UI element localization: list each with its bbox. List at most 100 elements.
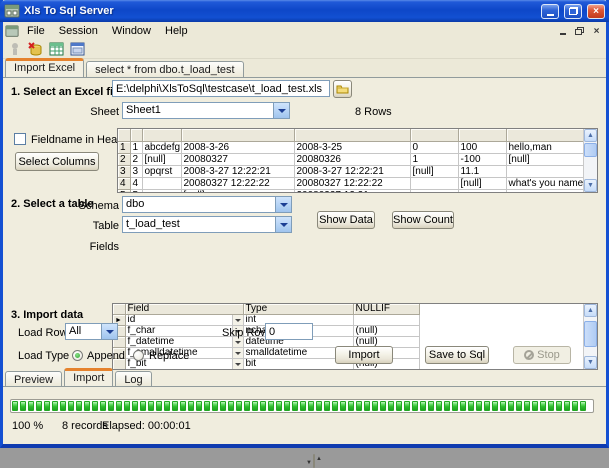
row-count-label: 8 Rows	[355, 106, 392, 118]
scroll-down-icon[interactable]: ▼	[584, 179, 597, 192]
scroll-thumb[interactable]	[584, 321, 597, 347]
schema-combo-dropdown[interactable]	[275, 197, 291, 212]
scroll-up-icon[interactable]: ▲	[584, 304, 597, 317]
section1-title: 1. Select an Excel file	[11, 86, 122, 98]
scroll-down-icon[interactable]: ▼	[584, 356, 597, 369]
tab-select-query[interactable]: select * from dbo.t_load_test	[86, 61, 243, 77]
menu-window[interactable]: Window	[106, 23, 157, 39]
table-combo-value: t_load_test	[123, 217, 275, 232]
preview-grid-header-cell	[118, 129, 130, 141]
row-selector[interactable]: 2	[118, 153, 130, 165]
chevron-down-icon	[280, 203, 288, 207]
mdi-restore-button[interactable]	[572, 25, 587, 38]
title-bar[interactable]: Xls To Sql Server ×	[0, 0, 609, 22]
progress-percent: 100 %	[12, 420, 43, 432]
browse-file-button[interactable]	[333, 80, 352, 98]
field-dropdown[interactable]	[232, 348, 243, 358]
menu-bar: File Session Window Help ×	[3, 22, 606, 40]
fields-grid-scrollbar[interactable]: ▲ ▼	[583, 304, 597, 369]
preview-grid[interactable]: 1 1 abcdefg 2008-3-26 2008-3-25 0 100 he…	[117, 128, 598, 193]
connect-icon[interactable]	[6, 41, 23, 57]
table-label: Table	[75, 220, 119, 232]
fields-grid-header-row: Field Type NULLIF	[113, 304, 419, 315]
tab-preview[interactable]: Preview	[5, 371, 62, 386]
row-selector[interactable]: 5	[118, 189, 130, 193]
skip-rows-spinner[interactable]: ▲ ▼	[313, 454, 315, 468]
import-button[interactable]: Import	[335, 346, 393, 364]
chevron-down-icon	[235, 363, 241, 366]
table-combo[interactable]: t_load_test	[122, 216, 292, 233]
select-columns-button[interactable]: Select Columns	[15, 152, 99, 171]
menu-session[interactable]: Session	[53, 23, 104, 39]
chevron-down-icon	[235, 352, 241, 355]
sheet-combo-dropdown[interactable]	[273, 103, 289, 118]
app-icon	[4, 3, 20, 19]
elapsed-time: Elapsed: 00:00:01	[102, 420, 191, 432]
stop-button-label: Stop	[537, 349, 560, 361]
field-nullif[interactable]: (null)	[353, 326, 419, 337]
open-excel-icon[interactable]	[48, 41, 65, 57]
close-button[interactable]: ×	[587, 4, 605, 19]
tab-import[interactable]: Import	[64, 368, 113, 386]
load-rows-dropdown[interactable]	[101, 324, 117, 339]
mdi-minimize-button[interactable]	[555, 25, 570, 38]
show-data-button[interactable]: Show Data	[317, 211, 375, 229]
load-rows-combo[interactable]: All	[65, 323, 118, 340]
menu-help[interactable]: Help	[159, 23, 194, 39]
restore-button[interactable]	[564, 4, 582, 19]
record-count: 8 records	[62, 420, 108, 432]
window-title: Xls To Sql Server	[24, 5, 536, 17]
schema-combo[interactable]: dbo	[122, 196, 292, 213]
show-count-button[interactable]: Show Count	[392, 211, 454, 229]
load-rows-value: All	[66, 324, 101, 339]
tab-log[interactable]: Log	[115, 371, 151, 386]
fields-header-nullif: NULLIF	[353, 304, 419, 315]
tab-import-excel[interactable]: Import Excel	[5, 58, 84, 77]
excel-file-input[interactable]	[112, 80, 330, 97]
sql-window-icon[interactable]	[69, 41, 86, 57]
restore-icon	[569, 7, 578, 15]
disconnect-icon[interactable]	[27, 41, 44, 57]
append-label: Append	[87, 350, 125, 362]
menu-file[interactable]: File	[21, 23, 51, 39]
minimize-icon	[547, 14, 554, 16]
minimize-button[interactable]	[541, 4, 559, 19]
mdi-close-button[interactable]: ×	[589, 25, 604, 38]
append-radio[interactable]	[72, 350, 83, 361]
preview-row-2: 2 2 [null] 20080327 20080326 1 -100 [nul…	[118, 153, 585, 165]
preview-row-5: 5 5 ... [null] 20080327 12:21	[118, 189, 585, 193]
preview-grid-header-row	[118, 129, 585, 141]
preview-row-4: 4 4 20080327 12:22:22 20080327 12:22:22 …	[118, 177, 585, 189]
row-selector[interactable]: 3	[118, 165, 130, 177]
sheet-combo-value: Sheet1	[123, 103, 273, 118]
toolbar	[3, 40, 606, 59]
field-name: id	[128, 315, 136, 326]
skip-rows-input[interactable]	[265, 323, 313, 340]
row-selector[interactable]: 4	[118, 177, 130, 189]
preview-row-3: 3 3 opqrst 2008-3-27 12:22:21 2008-3-27 …	[118, 165, 585, 177]
field-dropdown[interactable]	[232, 315, 243, 325]
replace-label: Replace	[149, 350, 189, 362]
save-to-sql-button[interactable]: Save to Sql	[425, 346, 489, 364]
fields-header-type: Type	[243, 304, 353, 315]
chevron-down-icon	[235, 319, 241, 322]
scroll-thumb[interactable]	[584, 143, 597, 157]
field-name: f_char	[128, 326, 156, 337]
fieldname-header-checkbox[interactable]	[14, 133, 26, 145]
field-dropdown[interactable]	[232, 359, 243, 369]
document-tab-bar: Import Excel select * from dbo.t_load_te…	[3, 59, 606, 78]
spin-down-icon[interactable]: ▼	[306, 460, 312, 466]
preview-grid-scrollbar[interactable]: ▲ ▼	[583, 129, 597, 192]
scroll-up-icon[interactable]: ▲	[584, 129, 597, 142]
table-combo-dropdown[interactable]	[275, 217, 291, 232]
preview-row-1: 1 1 abcdefg 2008-3-26 2008-3-25 0 100 he…	[118, 141, 585, 153]
spin-up-icon[interactable]: ▲	[316, 456, 322, 462]
row-selector[interactable]: 1	[118, 141, 130, 153]
load-type-label: Load Type	[18, 350, 69, 362]
import-excel-page: 1. Select an Excel file Sheet Sheet1 8 R…	[3, 78, 606, 444]
app-window: Xls To Sql Server × File Session Window …	[0, 0, 609, 448]
progress-bar	[10, 399, 594, 413]
sheet-combo[interactable]: Sheet1	[122, 102, 290, 119]
field-nullif[interactable]	[353, 315, 419, 326]
replace-radio[interactable]	[133, 350, 144, 361]
